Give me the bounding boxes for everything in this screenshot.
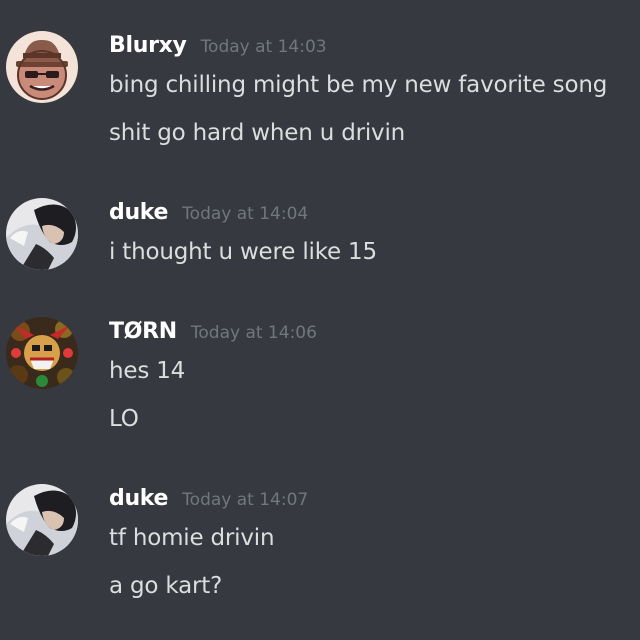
timestamp: Today at 14:06 xyxy=(190,323,317,343)
username[interactable]: Blurxy xyxy=(109,33,187,58)
message-text: a go kart? xyxy=(109,573,223,599)
duke-avatar[interactable] xyxy=(6,484,78,556)
cartoon-avatar-icon xyxy=(6,31,78,103)
message-header: Blurxy Today at 14:03 xyxy=(109,33,327,63)
timestamp: Today at 14:04 xyxy=(182,204,309,224)
message-text: i thought u were like 15 xyxy=(109,239,377,265)
message-header: duke Today at 14:04 xyxy=(109,200,308,230)
message-text: hes 14 xyxy=(109,358,186,384)
username[interactable]: duke xyxy=(109,486,168,511)
username[interactable]: duke xyxy=(109,200,168,225)
blurxy-avatar[interactable] xyxy=(6,31,78,103)
message-header: duke Today at 14:07 xyxy=(109,486,308,516)
timestamp: Today at 14:07 xyxy=(182,490,309,510)
message-text: LO xyxy=(109,406,139,432)
chat-message-list: Blurxy Today at 14:03 bing chilling might… xyxy=(0,0,640,640)
message-header: TØRN Today at 14:06 xyxy=(109,319,317,349)
photo-avatar-icon xyxy=(6,198,78,270)
colorful-avatar-icon xyxy=(6,317,78,389)
username[interactable]: TØRN xyxy=(109,319,177,344)
duke-avatar[interactable] xyxy=(6,198,78,270)
photo-avatar-icon xyxy=(6,484,78,556)
torn-avatar[interactable] xyxy=(6,317,78,389)
timestamp: Today at 14:03 xyxy=(200,37,327,57)
message-text: tf homie drivin xyxy=(109,525,275,551)
message-text: bing chilling might be my new favorite s… xyxy=(109,72,608,98)
message-text: shit go hard when u drivin xyxy=(109,120,406,146)
